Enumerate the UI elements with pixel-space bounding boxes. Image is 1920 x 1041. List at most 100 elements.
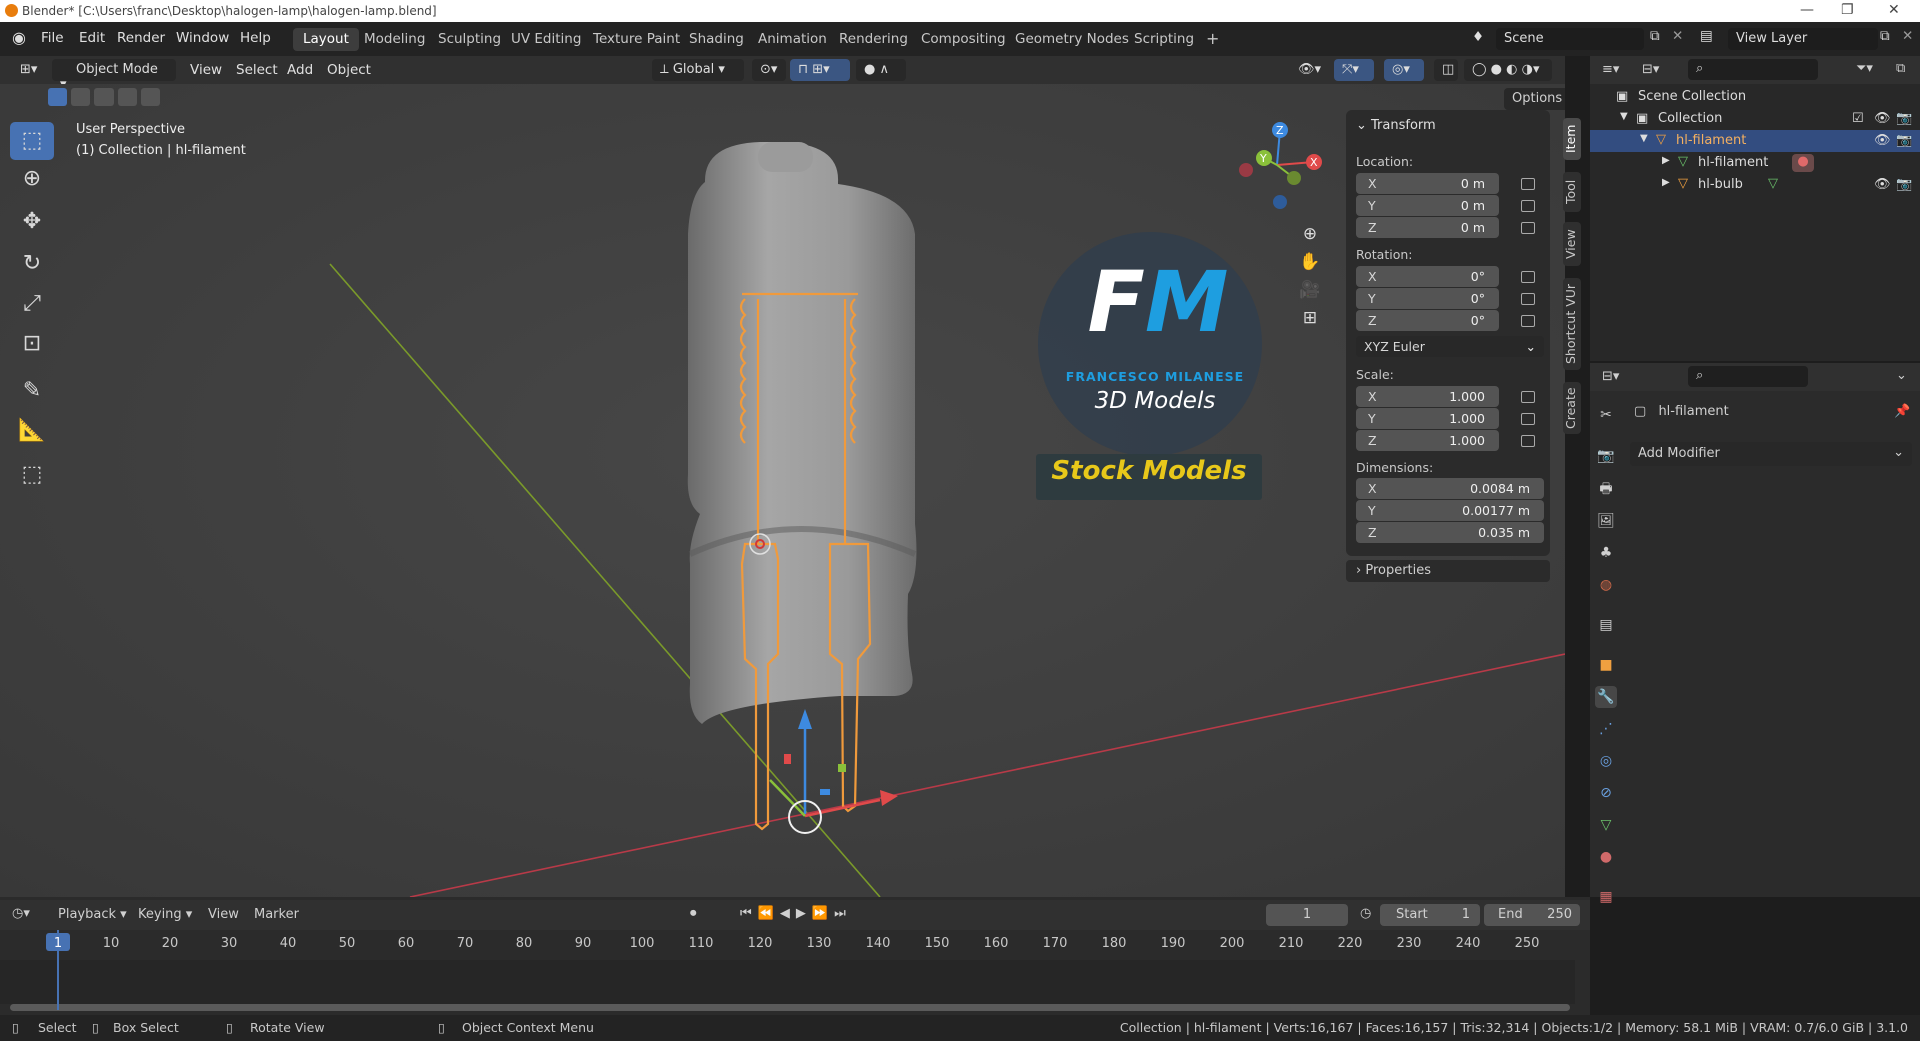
camera-view-icon[interactable]: 🎥 [1298,276,1322,304]
chevron-down-icon[interactable]: ⌄ [1896,368,1907,383]
properties-editor-icon[interactable]: ⊟▾ [1602,369,1619,384]
tab-create[interactable]: Create [1563,382,1581,434]
timeline-editor-icon[interactable]: ◷▾ [12,906,30,921]
location-z-field[interactable]: Z 0 m [1356,217,1499,238]
physics-properties-icon[interactable]: ◎ [1595,750,1617,772]
lock-icon[interactable] [1521,315,1535,327]
proportional-editing-icon[interactable]: ● ∧ [856,59,906,81]
timeline-scrollbar[interactable] [10,1004,1570,1011]
eye-icon[interactable]: 👁 [1874,177,1891,192]
tab-rendering[interactable]: Rendering [829,28,918,51]
filter-icon[interactable]: ⏷▾ [1856,61,1873,76]
outliner-search-input[interactable]: ⌕ [1688,59,1818,80]
rotation-mode-dropdown[interactable]: XYZ Euler ⌄ [1356,336,1544,357]
camera-icon[interactable]: 📷 [1896,177,1912,192]
checkbox-icon[interactable]: ☑ [1852,111,1864,126]
world-properties-icon[interactable]: ◍ [1595,574,1617,596]
3d-viewport[interactable]: FM FM FRANCESCO MILANESE 3D Models Stock… [0,84,1565,897]
properties-search-input[interactable]: ⌕ [1688,366,1808,387]
marker-menu[interactable]: Marker [254,907,299,922]
eye-icon[interactable]: 👁 [1874,133,1891,148]
select-extend-icon[interactable] [71,88,91,106]
menu-add[interactable]: Add [287,62,313,78]
constraints-properties-icon[interactable]: ⊘ [1595,782,1617,804]
measure-tool-icon[interactable]: 📐 [10,412,54,450]
tab-tool[interactable]: Tool [1563,172,1581,212]
zoom-icon[interactable]: ⊕ [1298,220,1322,248]
current-frame-field[interactable]: 1 [1266,904,1348,926]
outliner-row-hl-filament[interactable]: ▼ ▽ hl-filament 👁 📷 [1590,130,1920,152]
editor-type-icon[interactable]: ⊞▾ [12,59,42,81]
start-frame-field[interactable]: Start 1 [1380,904,1480,926]
tab-sculpting[interactable]: Sculpting [428,28,511,51]
select-box-tool-icon[interactable]: ⬚ [10,122,54,160]
menu-select[interactable]: Select [236,62,278,78]
play-reverse-icon[interactable]: ◀ [780,906,796,921]
tab-shading[interactable]: Shading [679,28,754,51]
eye-icon[interactable]: 👁 [1874,111,1891,126]
select-invert-icon[interactable] [117,88,137,106]
play-icon[interactable]: ▶ [796,906,812,921]
camera-icon[interactable]: 📷 [1896,111,1912,126]
scene-selector[interactable]: Scene [1496,28,1644,50]
dimensions-z-field[interactable]: Z 0.035 m [1356,522,1544,543]
record-icon[interactable]: ⏺ [690,906,697,921]
render-properties-icon[interactable]: 📷 [1595,445,1617,467]
lock-icon[interactable] [1521,200,1535,212]
scale-z-field[interactable]: Z 1.000 [1356,430,1499,451]
lock-icon[interactable] [1521,293,1535,305]
scale-x-field[interactable]: X 1.000 [1356,386,1499,407]
tab-uv-editing[interactable]: UV Editing [501,28,591,51]
end-frame-field[interactable]: End 250 [1484,904,1580,926]
close-window-button[interactable]: ✕ [1888,2,1900,18]
texture-properties-icon[interactable]: ▦ [1595,886,1617,908]
lock-icon[interactable] [1521,391,1535,403]
dimensions-x-field[interactable]: X 0.0084 m [1356,478,1544,499]
navigation-gizmo[interactable]: Z X Y [1232,120,1322,210]
menu-edit[interactable]: Edit [79,30,105,46]
expand-arrow-icon[interactable]: ▼ [1620,111,1628,122]
outliner-row-hl-bulb[interactable]: ▶ ▽ hl-bulb ▽ 👁 📷 [1590,174,1920,196]
options-button[interactable]: Options ▾ [1504,88,1565,121]
properties-section-header[interactable]: › Properties [1346,560,1550,582]
ortho-grid-icon[interactable]: ⊞ [1298,304,1322,332]
rotate-tool-icon[interactable]: ↻ [10,245,54,283]
outliner-row-scene-collection[interactable]: ▣ Scene Collection [1590,86,1920,108]
outliner-row-collection[interactable]: ▼ ▣ Collection ☑ 👁 📷 [1590,108,1920,130]
scale-y-field[interactable]: Y 1.000 [1356,408,1499,429]
tab-item[interactable]: Item [1563,118,1581,160]
tab-modeling[interactable]: Modeling [354,28,435,51]
cursor-tool-icon[interactable]: ⊕ [10,160,54,198]
next-keyframe-icon[interactable]: ⏩ [812,906,834,921]
location-x-field[interactable]: X 0 m [1356,173,1499,194]
tab-geometry-nodes[interactable]: Geometry Nodes [1005,28,1139,51]
jump-start-icon[interactable]: ⏮ [740,906,758,921]
lock-icon[interactable] [1521,178,1535,190]
pin-icon[interactable]: 📌 [1894,404,1910,419]
lock-icon[interactable] [1521,271,1535,283]
material-properties-icon[interactable]: ● [1595,846,1617,868]
keying-menu[interactable]: Keying ▾ [138,907,192,922]
select-subtract-icon[interactable] [94,88,114,106]
menu-render[interactable]: Render [117,30,165,46]
pivot-icon[interactable]: ⊙▾ [752,59,786,81]
expand-arrow-icon[interactable]: ▼ [1640,133,1648,144]
scale-tool-icon[interactable]: ⤢ [10,285,54,323]
menu-view[interactable]: View [190,62,222,78]
transform-tool-icon[interactable]: ⊡ [10,325,54,363]
outliner-row-hl-filament-mesh[interactable]: ▶ ▽ hl-filament ● [1590,152,1920,174]
display-mode-icon[interactable]: ⊟▾ [1642,62,1659,77]
transform-header[interactable]: ⌄ Transform [1356,118,1436,133]
annotate-tool-icon[interactable]: ✎ [10,372,54,410]
blender-menu-icon[interactable]: ◉ [12,28,26,47]
remove-scene-icon[interactable]: ✕ [1672,28,1683,44]
particles-properties-icon[interactable]: ⋰ [1595,718,1617,740]
rotation-x-field[interactable]: X 0° [1356,266,1499,287]
snap-icon[interactable]: ⊓ ⊞▾ [790,59,850,81]
collection-properties-icon[interactable]: ▤ [1595,614,1617,636]
lock-icon[interactable] [1521,222,1535,234]
dimensions-y-field[interactable]: Y 0.00177 m [1356,500,1544,521]
gizmo-toggle-icon[interactable]: ⤧▾ [1334,59,1374,81]
output-properties-icon[interactable]: 🖶 [1595,478,1617,500]
pan-hand-icon[interactable]: ✋ [1298,248,1322,276]
